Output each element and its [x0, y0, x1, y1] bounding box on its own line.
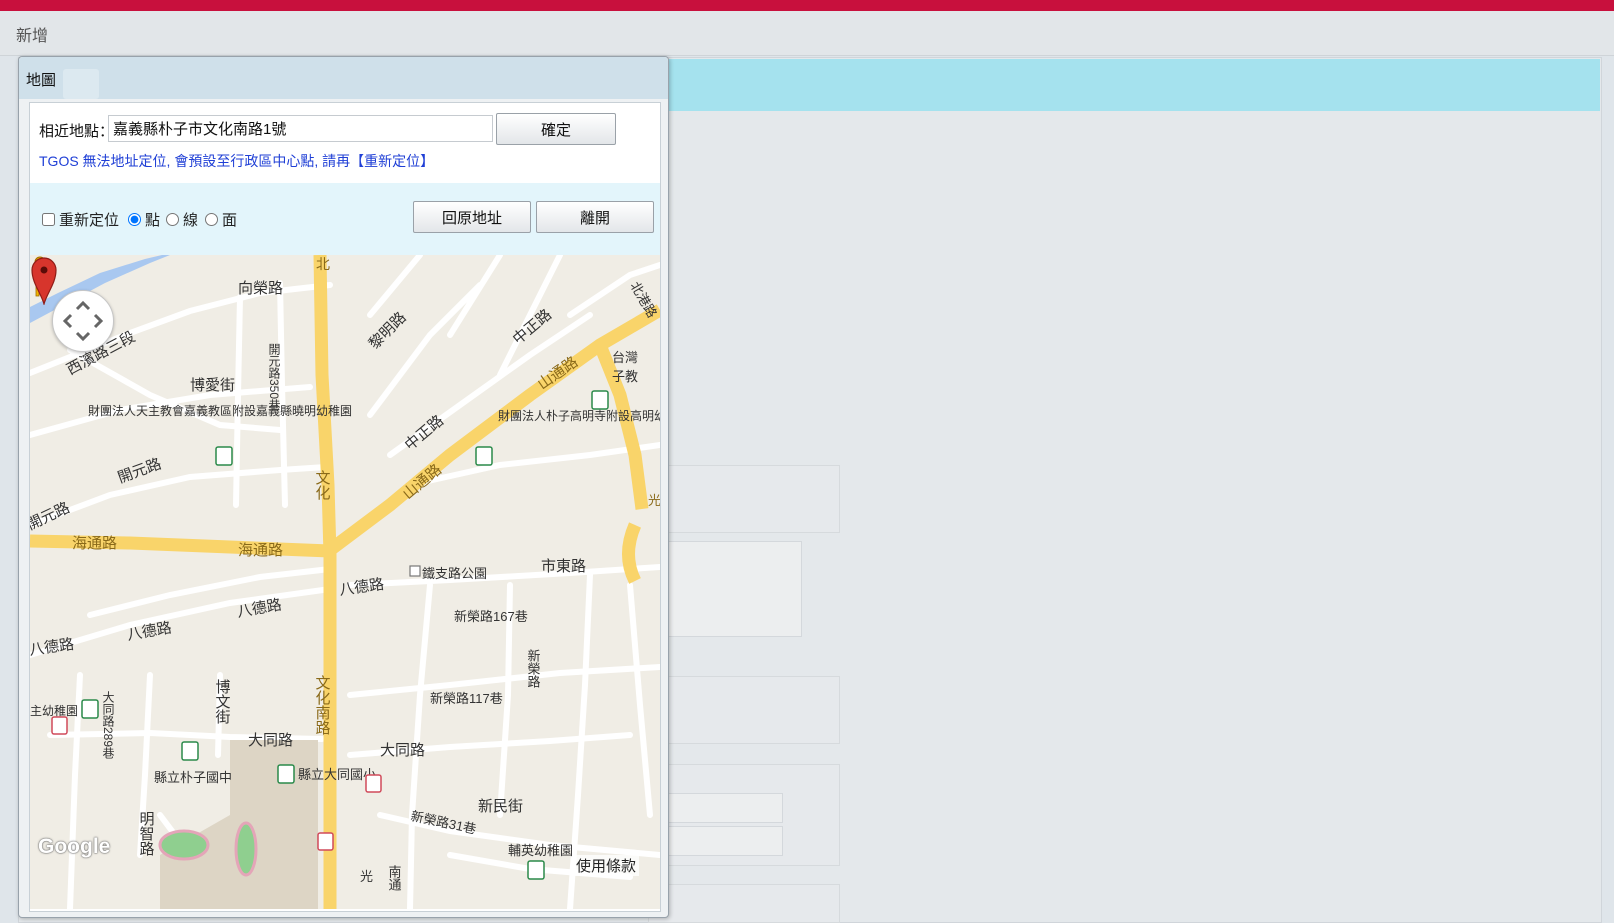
road-label: 大同路 — [248, 732, 293, 749]
road-label: 博愛街 — [190, 377, 235, 394]
road-label: 新榮路167巷 — [454, 609, 528, 624]
relocate-checkbox[interactable] — [42, 213, 55, 226]
tgos-note: TGOS 無法地址定位, 會預設至行政區中心點, 請再【重新定位】 — [39, 153, 435, 169]
location-marker-icon[interactable] — [30, 255, 58, 305]
line-label: 線 — [183, 212, 199, 229]
form-section — [648, 884, 840, 923]
poi-label: 財團法人朴子高明寺附設高明幼稚園 — [498, 408, 660, 423]
gas-station-icon — [365, 774, 382, 793]
school-icon — [527, 860, 545, 880]
pan-arrows-icon — [62, 300, 104, 342]
park-label: 鐵支路公園 — [422, 566, 487, 581]
terms-of-use-link[interactable]: 使用條款 — [573, 855, 640, 876]
map-poi-label: 子教 — [612, 369, 638, 384]
school-icon — [81, 699, 99, 719]
google-logo: Google — [38, 835, 111, 858]
road-label: 博文街 — [214, 679, 231, 724]
options-bar: 重新定位 點 線 面 回原地址 離開 — [30, 183, 660, 255]
road-label: 市東路 — [541, 558, 586, 575]
geometry-option-point[interactable]: 點 — [128, 209, 160, 230]
page-header: 新增 — [0, 11, 1614, 56]
address-label: 相近地點： — [39, 123, 115, 140]
poi-label: 主幼稚園 — [30, 704, 78, 718]
road-label: 新榮路117巷 — [430, 691, 503, 706]
road-label: 文化南路 — [314, 675, 331, 735]
confirm-button[interactable]: 確定 — [496, 113, 616, 145]
school-icon — [591, 390, 609, 410]
form-section — [648, 676, 840, 744]
road-label: 向榮路 — [238, 280, 283, 297]
school-icon — [181, 741, 199, 761]
pan-control[interactable] — [52, 290, 114, 352]
road-label: 北 — [316, 256, 330, 272]
sports-field — [158, 829, 210, 861]
gas-station-icon — [317, 832, 334, 851]
road-label: 南通 — [387, 864, 402, 891]
road-label: 開元路350巷 — [267, 343, 281, 411]
dialog-body: 相近地點： 確定 TGOS 無法地址定位, 會預設至行政區中心點, 請再【重新定… — [29, 102, 661, 912]
map-dialog: 地圖 相近地點： 確定 TGOS 無法地址定位, 會預設至行政區中心點, 請再【… — [18, 56, 669, 918]
form-textarea[interactable] — [648, 541, 802, 637]
relocate-label: 重新定位 — [59, 212, 120, 229]
school-label: 縣立大同國小 — [298, 767, 376, 782]
address-input[interactable] — [108, 115, 493, 142]
leave-button[interactable]: 離開 — [536, 201, 654, 233]
point-radio[interactable] — [128, 213, 141, 226]
dialog-header-tab — [63, 69, 99, 99]
geometry-option-area[interactable]: 面 — [205, 209, 237, 230]
top-accent-bar — [0, 0, 1614, 11]
restore-address-button[interactable]: 回原地址 — [413, 201, 531, 233]
map-canvas[interactable]: 向榮路 黎明路 中正路 山通路 北港路 台灣 子教 博愛街 開元路350巷 開元… — [30, 255, 660, 909]
form-section — [648, 465, 840, 533]
area-radio[interactable] — [205, 213, 218, 226]
dialog-header[interactable]: 地圖 — [19, 57, 668, 99]
sports-field — [234, 821, 258, 877]
gas-station-icon — [51, 716, 68, 735]
park-icon — [409, 565, 421, 577]
road-label: 海通路 — [72, 535, 117, 552]
dialog-title: 地圖 — [26, 72, 57, 89]
road-label: 光 — [648, 493, 660, 508]
road-label: 大同路 — [380, 742, 425, 759]
point-label: 點 — [145, 212, 161, 229]
road-label: 大同路289巷 — [101, 691, 115, 759]
form-section-header — [648, 59, 1600, 111]
road-label: 新民街 — [478, 798, 523, 815]
school-icon — [215, 446, 233, 466]
line-radio[interactable] — [166, 213, 179, 226]
road-label: 海通路 — [238, 542, 283, 559]
road-label: 文化 — [314, 470, 331, 500]
map-poi-label: 台灣 — [612, 350, 638, 365]
road-label: 新榮路 — [526, 648, 541, 688]
relocate-option[interactable]: 重新定位 — [42, 209, 119, 230]
road-label: 光 — [360, 869, 373, 884]
poi-label: 財團法人天主教會嘉義教區附設嘉義縣曉明幼稚園 — [88, 403, 352, 418]
road-label: 明智路 — [138, 811, 155, 856]
school-label: 縣立朴子國中 — [154, 770, 232, 785]
school-icon — [277, 764, 295, 784]
school-icon — [475, 446, 493, 466]
map-view[interactable]: 向榮路 黎明路 中正路 山通路 北港路 台灣 子教 博愛街 開元路350巷 開元… — [30, 255, 660, 909]
school-label: 輔英幼稚園 — [508, 843, 573, 858]
page-title: 新增 — [16, 28, 49, 45]
area-label: 面 — [222, 212, 238, 229]
geometry-option-line[interactable]: 線 — [166, 209, 198, 230]
